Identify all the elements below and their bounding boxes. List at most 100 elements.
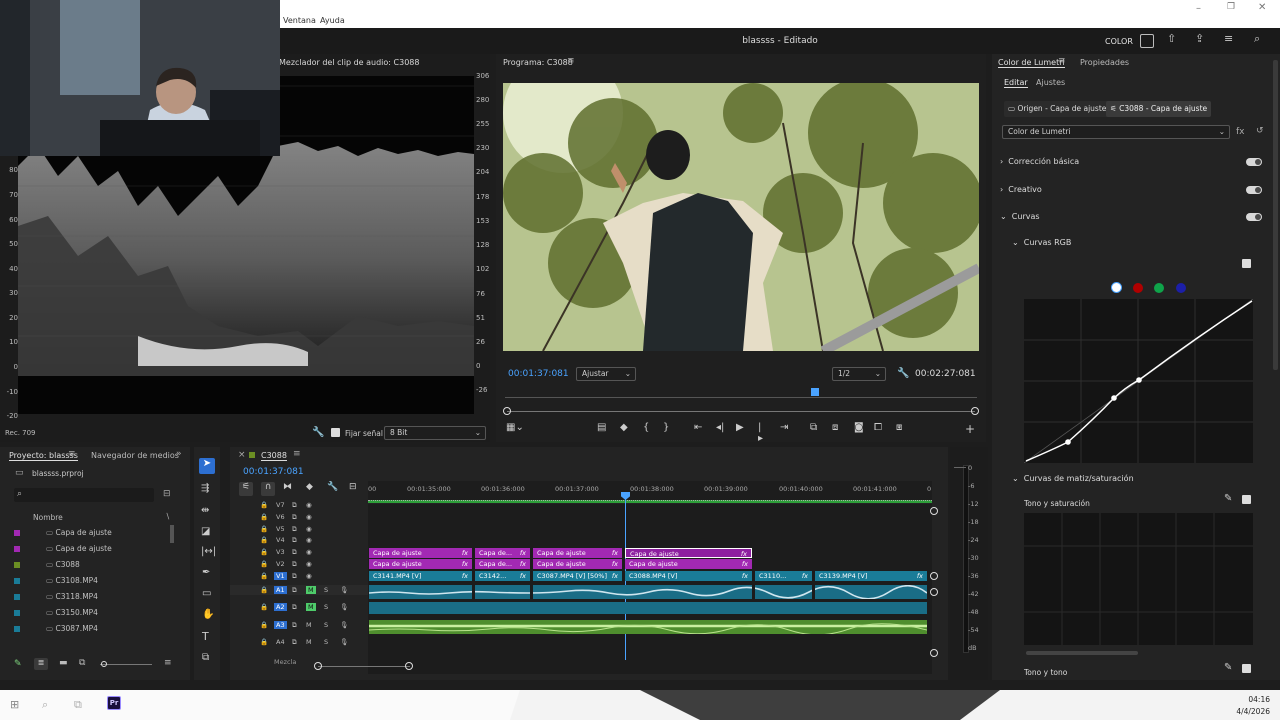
share-icon[interactable]: ⇪ xyxy=(1195,32,1204,45)
track-header-audio[interactable]: 🔒 A2 ⧉ M S 🎙 xyxy=(258,603,358,615)
project-menu-icon[interactable]: ≡ xyxy=(164,658,172,668)
captions-icon[interactable]: ⊟ xyxy=(349,482,357,492)
sync-lock-icon[interactable]: ⧉ xyxy=(292,638,297,647)
go-to-out-icon[interactable]: ⇥ xyxy=(780,422,788,433)
lock-icon[interactable]: 🔒 xyxy=(260,536,268,544)
track-name[interactable]: V1 xyxy=(274,571,287,580)
program-ruler[interactable] xyxy=(505,388,977,398)
eyedropper-icon[interactable]: ✎ xyxy=(1224,662,1232,673)
play-icon[interactable]: ▶ xyxy=(736,422,744,433)
wrench-icon[interactable]: 🔧 xyxy=(312,427,324,438)
project-item[interactable]: ▭ C3150.MP4 xyxy=(14,608,98,622)
channel-red-dot[interactable] xyxy=(1133,283,1143,293)
mute-button[interactable]: M xyxy=(306,621,312,629)
settings-tab[interactable]: Ajustes xyxy=(1036,78,1065,87)
step-forward-icon[interactable]: |▸ xyxy=(758,422,763,444)
clip-adjustment-selected[interactable]: Capa de ajuste fx xyxy=(625,548,752,558)
toggle-basic[interactable] xyxy=(1246,158,1262,166)
eye-icon[interactable]: ◉ xyxy=(306,572,312,580)
timeline-end-handle[interactable] xyxy=(930,649,938,657)
rgb-curve-graph[interactable] xyxy=(1023,298,1254,464)
new-bin-icon[interactable]: ⊟ xyxy=(163,489,171,499)
premiere-app-icon[interactable]: Pr xyxy=(107,696,121,710)
freeform-view-icon[interactable]: ⧉ xyxy=(79,658,85,668)
mark-out-icon[interactable]: } xyxy=(663,422,669,433)
wrench-icon[interactable]: 🔧 xyxy=(327,482,338,492)
close-tab-icon[interactable]: × xyxy=(238,450,246,460)
track-header-video[interactable]: 🔒 V5 ⧉ ◉ xyxy=(258,525,358,535)
sync-lock-icon[interactable]: ⧉ xyxy=(292,513,297,522)
clip-video[interactable]: C3139.MP4 [V] fx xyxy=(815,571,927,581)
track-header-video[interactable]: 🔒 V2 ⧉ ◉ xyxy=(258,560,358,570)
sync-lock-icon[interactable]: ⧉ xyxy=(292,501,297,510)
timeline-end-handle[interactable] xyxy=(930,572,938,580)
menu-icon[interactable]: ≡ xyxy=(1224,32,1233,45)
restore-icon[interactable]: ❐ xyxy=(1227,2,1235,12)
eye-icon[interactable]: ◉ xyxy=(306,536,312,544)
track-name[interactable]: V5 xyxy=(274,525,287,533)
panel-icon[interactable] xyxy=(1140,34,1154,48)
solo-button[interactable]: S xyxy=(324,621,328,629)
track-header-video[interactable]: 🔒 V7 ⧉ ◉ xyxy=(258,501,358,511)
project-item[interactable]: ▭ C3108.MP4 xyxy=(14,576,98,590)
clip-adjustment[interactable]: Capa de... fx xyxy=(475,559,530,569)
lock-icon[interactable]: 🔒 xyxy=(260,603,268,611)
mute-button[interactable]: M xyxy=(306,586,316,594)
toggle-creative[interactable] xyxy=(1246,186,1262,194)
transcript-icon[interactable]: ⧉ xyxy=(202,652,209,663)
safe-margins-icon[interactable]: ▦⌄ xyxy=(506,422,524,433)
rectangle-icon[interactable]: ▭ xyxy=(202,588,211,599)
timeline-zoom-left[interactable] xyxy=(314,662,322,670)
clamp-checkbox[interactable] xyxy=(331,428,340,437)
workspace-label[interactable]: COLOR xyxy=(1105,37,1133,46)
mute-button[interactable]: M xyxy=(306,638,312,646)
track-name[interactable]: A4 xyxy=(274,638,287,646)
channel-white-dot[interactable] xyxy=(1111,282,1122,293)
camera-icon[interactable]: ◙ xyxy=(854,422,864,433)
clip-button[interactable]: ⚟ C3088 - Capa de ajuste xyxy=(1106,101,1212,117)
timeline-end-handle[interactable] xyxy=(930,507,938,515)
solo-button[interactable]: S xyxy=(324,638,328,646)
clock-time[interactable]: 04:16 xyxy=(1230,695,1270,704)
eye-icon[interactable]: ◉ xyxy=(306,525,312,533)
clip-adjustment[interactable]: Capa de ajuste fx xyxy=(625,559,752,569)
zoom-handle-right[interactable] xyxy=(971,407,979,415)
sync-lock-icon[interactable]: ⧉ xyxy=(292,525,297,534)
project-item[interactable]: ▭ Capa de ajuste xyxy=(14,528,112,542)
chevrons-right-icon[interactable]: » xyxy=(176,449,182,459)
mute-button[interactable]: M xyxy=(306,603,316,611)
panel-menu-icon[interactable]: ≡ xyxy=(68,449,76,459)
media-browser-tab[interactable]: Navegador de medios xyxy=(91,451,179,460)
sync-lock-icon[interactable]: ⧉ xyxy=(292,572,297,581)
project-item[interactable]: ▭ C3087.MP4 xyxy=(14,624,98,638)
playhead-marker[interactable] xyxy=(811,388,819,396)
section-basic[interactable]: › Corrección básica xyxy=(1000,157,1079,173)
clip-video[interactable]: C3142... fx xyxy=(475,571,530,581)
hue-sat-checkbox[interactable] xyxy=(1242,495,1251,504)
overwrite-icon[interactable]: ⧈ xyxy=(832,422,838,433)
eyedropper-icon[interactable]: ✎ xyxy=(1224,493,1232,504)
clock-date[interactable]: 4/4/2026 xyxy=(1215,707,1270,716)
lumetri-scrollbar[interactable] xyxy=(1273,60,1278,370)
timeline-timecode[interactable]: 00:01:37:081 xyxy=(243,467,304,477)
snap-icon[interactable]: ∩ xyxy=(261,482,275,496)
start-icon[interactable]: ⊞ xyxy=(10,698,19,711)
track-name[interactable]: V3 xyxy=(274,548,287,556)
task-view-icon[interactable]: ⧉ xyxy=(74,698,82,712)
hand-icon[interactable]: ✋ xyxy=(202,609,214,620)
mic-icon[interactable]: 🎙 xyxy=(340,621,348,629)
program-tab[interactable]: Programa: C3088 xyxy=(503,58,573,67)
section-curves[interactable]: ⌄ Curvas xyxy=(1000,212,1040,228)
track-header-video[interactable]: 🔒 V6 ⧉ ◉ xyxy=(258,513,358,523)
zoom-bar[interactable] xyxy=(507,411,975,412)
add-button-icon[interactable]: + xyxy=(965,422,975,436)
audio-clip-a1[interactable] xyxy=(368,584,928,600)
mic-icon[interactable]: 🎙 xyxy=(340,586,348,594)
clip-adjustment[interactable]: Capa de ajuste fx xyxy=(533,548,622,558)
search-icon[interactable]: ⌕ xyxy=(42,698,48,712)
clip-video[interactable]: C3088.MP4 [V] fx xyxy=(625,571,752,581)
sync-lock-icon[interactable]: ⧉ xyxy=(292,603,297,612)
source-button[interactable]: ▭ Origen - Capa de ajuste xyxy=(1004,101,1111,117)
hue-sat-graph[interactable] xyxy=(1024,513,1253,645)
menu-ventana[interactable]: Ventana xyxy=(283,16,316,25)
